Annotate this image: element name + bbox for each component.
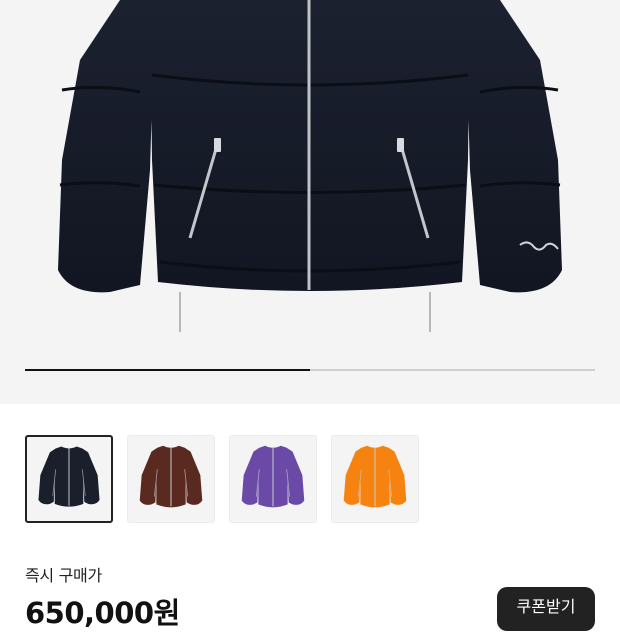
thumbnail-1[interactable] xyxy=(25,435,113,523)
black-puffer-jacket-image xyxy=(58,0,562,332)
purple-puffer-jacket-thumb xyxy=(241,445,305,508)
brown-puffer-jacket-thumb xyxy=(139,445,203,508)
thumbnail-3[interactable] xyxy=(229,435,317,523)
price-value: 650,000원 xyxy=(25,596,180,630)
thumbnail-4[interactable] xyxy=(331,435,419,523)
thumbnail-strip xyxy=(25,435,595,525)
coupon-button[interactable]: 쿠폰받기 xyxy=(497,587,595,631)
gallery-progress-track[interactable] xyxy=(25,369,595,371)
orange-puffer-jacket-thumb xyxy=(343,445,407,508)
thumbnail-2[interactable] xyxy=(127,435,215,523)
product-hero-image[interactable] xyxy=(0,0,620,404)
gallery-progress-fill xyxy=(25,369,310,371)
price-label: 즉시 구매가 xyxy=(25,566,102,585)
black-puffer-jacket-thumb xyxy=(38,446,100,507)
